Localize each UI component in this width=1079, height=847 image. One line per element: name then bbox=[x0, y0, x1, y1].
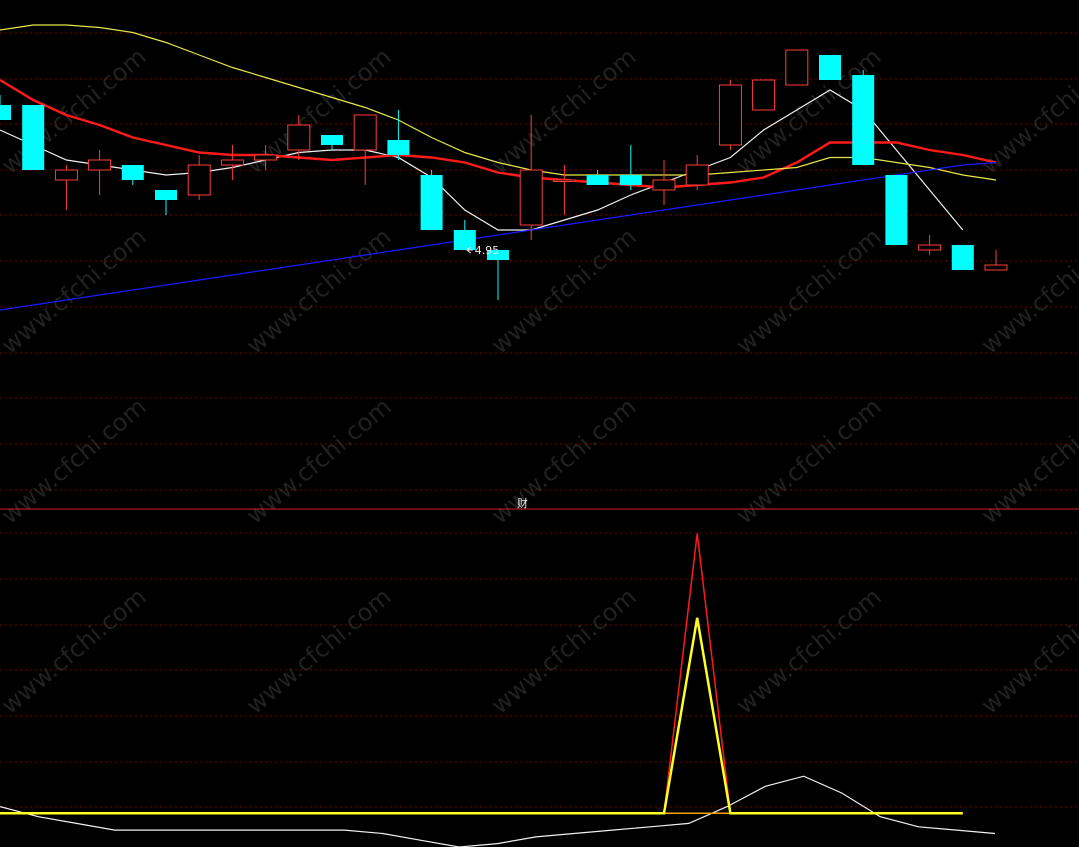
candle bbox=[586, 170, 609, 185]
candle-body bbox=[752, 79, 776, 111]
candle bbox=[852, 70, 875, 165]
candle bbox=[552, 165, 576, 215]
candle bbox=[220, 145, 244, 180]
candle-body bbox=[121, 165, 144, 180]
candle-body bbox=[918, 244, 942, 251]
candle bbox=[22, 105, 45, 170]
candle-body bbox=[187, 164, 211, 196]
candle bbox=[885, 175, 908, 245]
watermark-text: www.cfchi.com bbox=[976, 582, 1079, 719]
candle-body bbox=[519, 169, 543, 226]
candle bbox=[652, 160, 676, 205]
watermark-text: www.cfchi.com bbox=[0, 582, 152, 719]
watermark-text: www.cfchi.com bbox=[486, 42, 642, 179]
candle-body bbox=[718, 84, 742, 146]
candle bbox=[918, 235, 942, 255]
candle bbox=[353, 114, 377, 185]
candle-body bbox=[54, 169, 78, 181]
candle bbox=[321, 135, 343, 150]
candle-body bbox=[220, 159, 244, 166]
candle-body bbox=[685, 164, 709, 186]
watermark-text: www.cfchi.com bbox=[241, 582, 397, 719]
candle bbox=[54, 165, 78, 210]
candle-body bbox=[88, 159, 112, 171]
candle bbox=[718, 80, 742, 150]
candle bbox=[0, 95, 11, 120]
candle-body bbox=[387, 140, 410, 155]
candle-body bbox=[155, 190, 177, 200]
watermark-text: www.cfchi.com bbox=[731, 582, 887, 719]
candle bbox=[187, 155, 211, 200]
candle-body bbox=[420, 175, 443, 230]
candle-body bbox=[984, 264, 1008, 271]
candle-body bbox=[852, 75, 875, 165]
candle-body bbox=[0, 105, 11, 120]
candle bbox=[785, 49, 809, 86]
candle bbox=[984, 250, 1008, 271]
candle bbox=[619, 145, 642, 190]
watermark-text: www.cfchi.com bbox=[486, 582, 642, 719]
watermark-text: www.cfchi.com bbox=[976, 42, 1079, 179]
low-price-label: 4.95 bbox=[475, 244, 500, 257]
watermark-text: www.cfchi.com bbox=[976, 222, 1079, 359]
indicator-line-white bbox=[0, 775, 996, 847]
watermark-text: www.cfchi.com bbox=[241, 222, 397, 359]
candle-body bbox=[254, 154, 278, 161]
candle-body bbox=[619, 175, 642, 185]
candle-body bbox=[652, 179, 676, 191]
candle-body bbox=[22, 105, 45, 170]
indicator-line-red bbox=[0, 533, 963, 815]
candle bbox=[88, 150, 112, 195]
candle-body bbox=[353, 114, 377, 151]
candle-body bbox=[287, 124, 311, 151]
candle bbox=[453, 220, 476, 250]
candle-body bbox=[321, 135, 343, 145]
candle-body bbox=[819, 55, 841, 80]
candle-body bbox=[785, 49, 809, 86]
candle bbox=[951, 245, 974, 270]
candle-body bbox=[885, 175, 908, 245]
candle bbox=[420, 170, 443, 230]
candle-body bbox=[552, 179, 576, 182]
candle bbox=[121, 165, 144, 185]
panel-marker: 财 bbox=[517, 496, 528, 510]
candle-body bbox=[951, 245, 974, 270]
candle bbox=[487, 250, 509, 300]
stock-chart: www.cfchi.com www.cfchi.com www.cfchi.com w… bbox=[0, 24, 1079, 847]
candle bbox=[155, 190, 177, 215]
watermark-text: www.cfchi.com bbox=[731, 222, 887, 359]
candle bbox=[819, 55, 841, 80]
candle bbox=[685, 155, 709, 190]
candle-body bbox=[453, 230, 476, 250]
watermark-text: www.cfchi.com bbox=[486, 222, 642, 359]
candle-body bbox=[586, 175, 609, 185]
candle bbox=[752, 79, 776, 111]
